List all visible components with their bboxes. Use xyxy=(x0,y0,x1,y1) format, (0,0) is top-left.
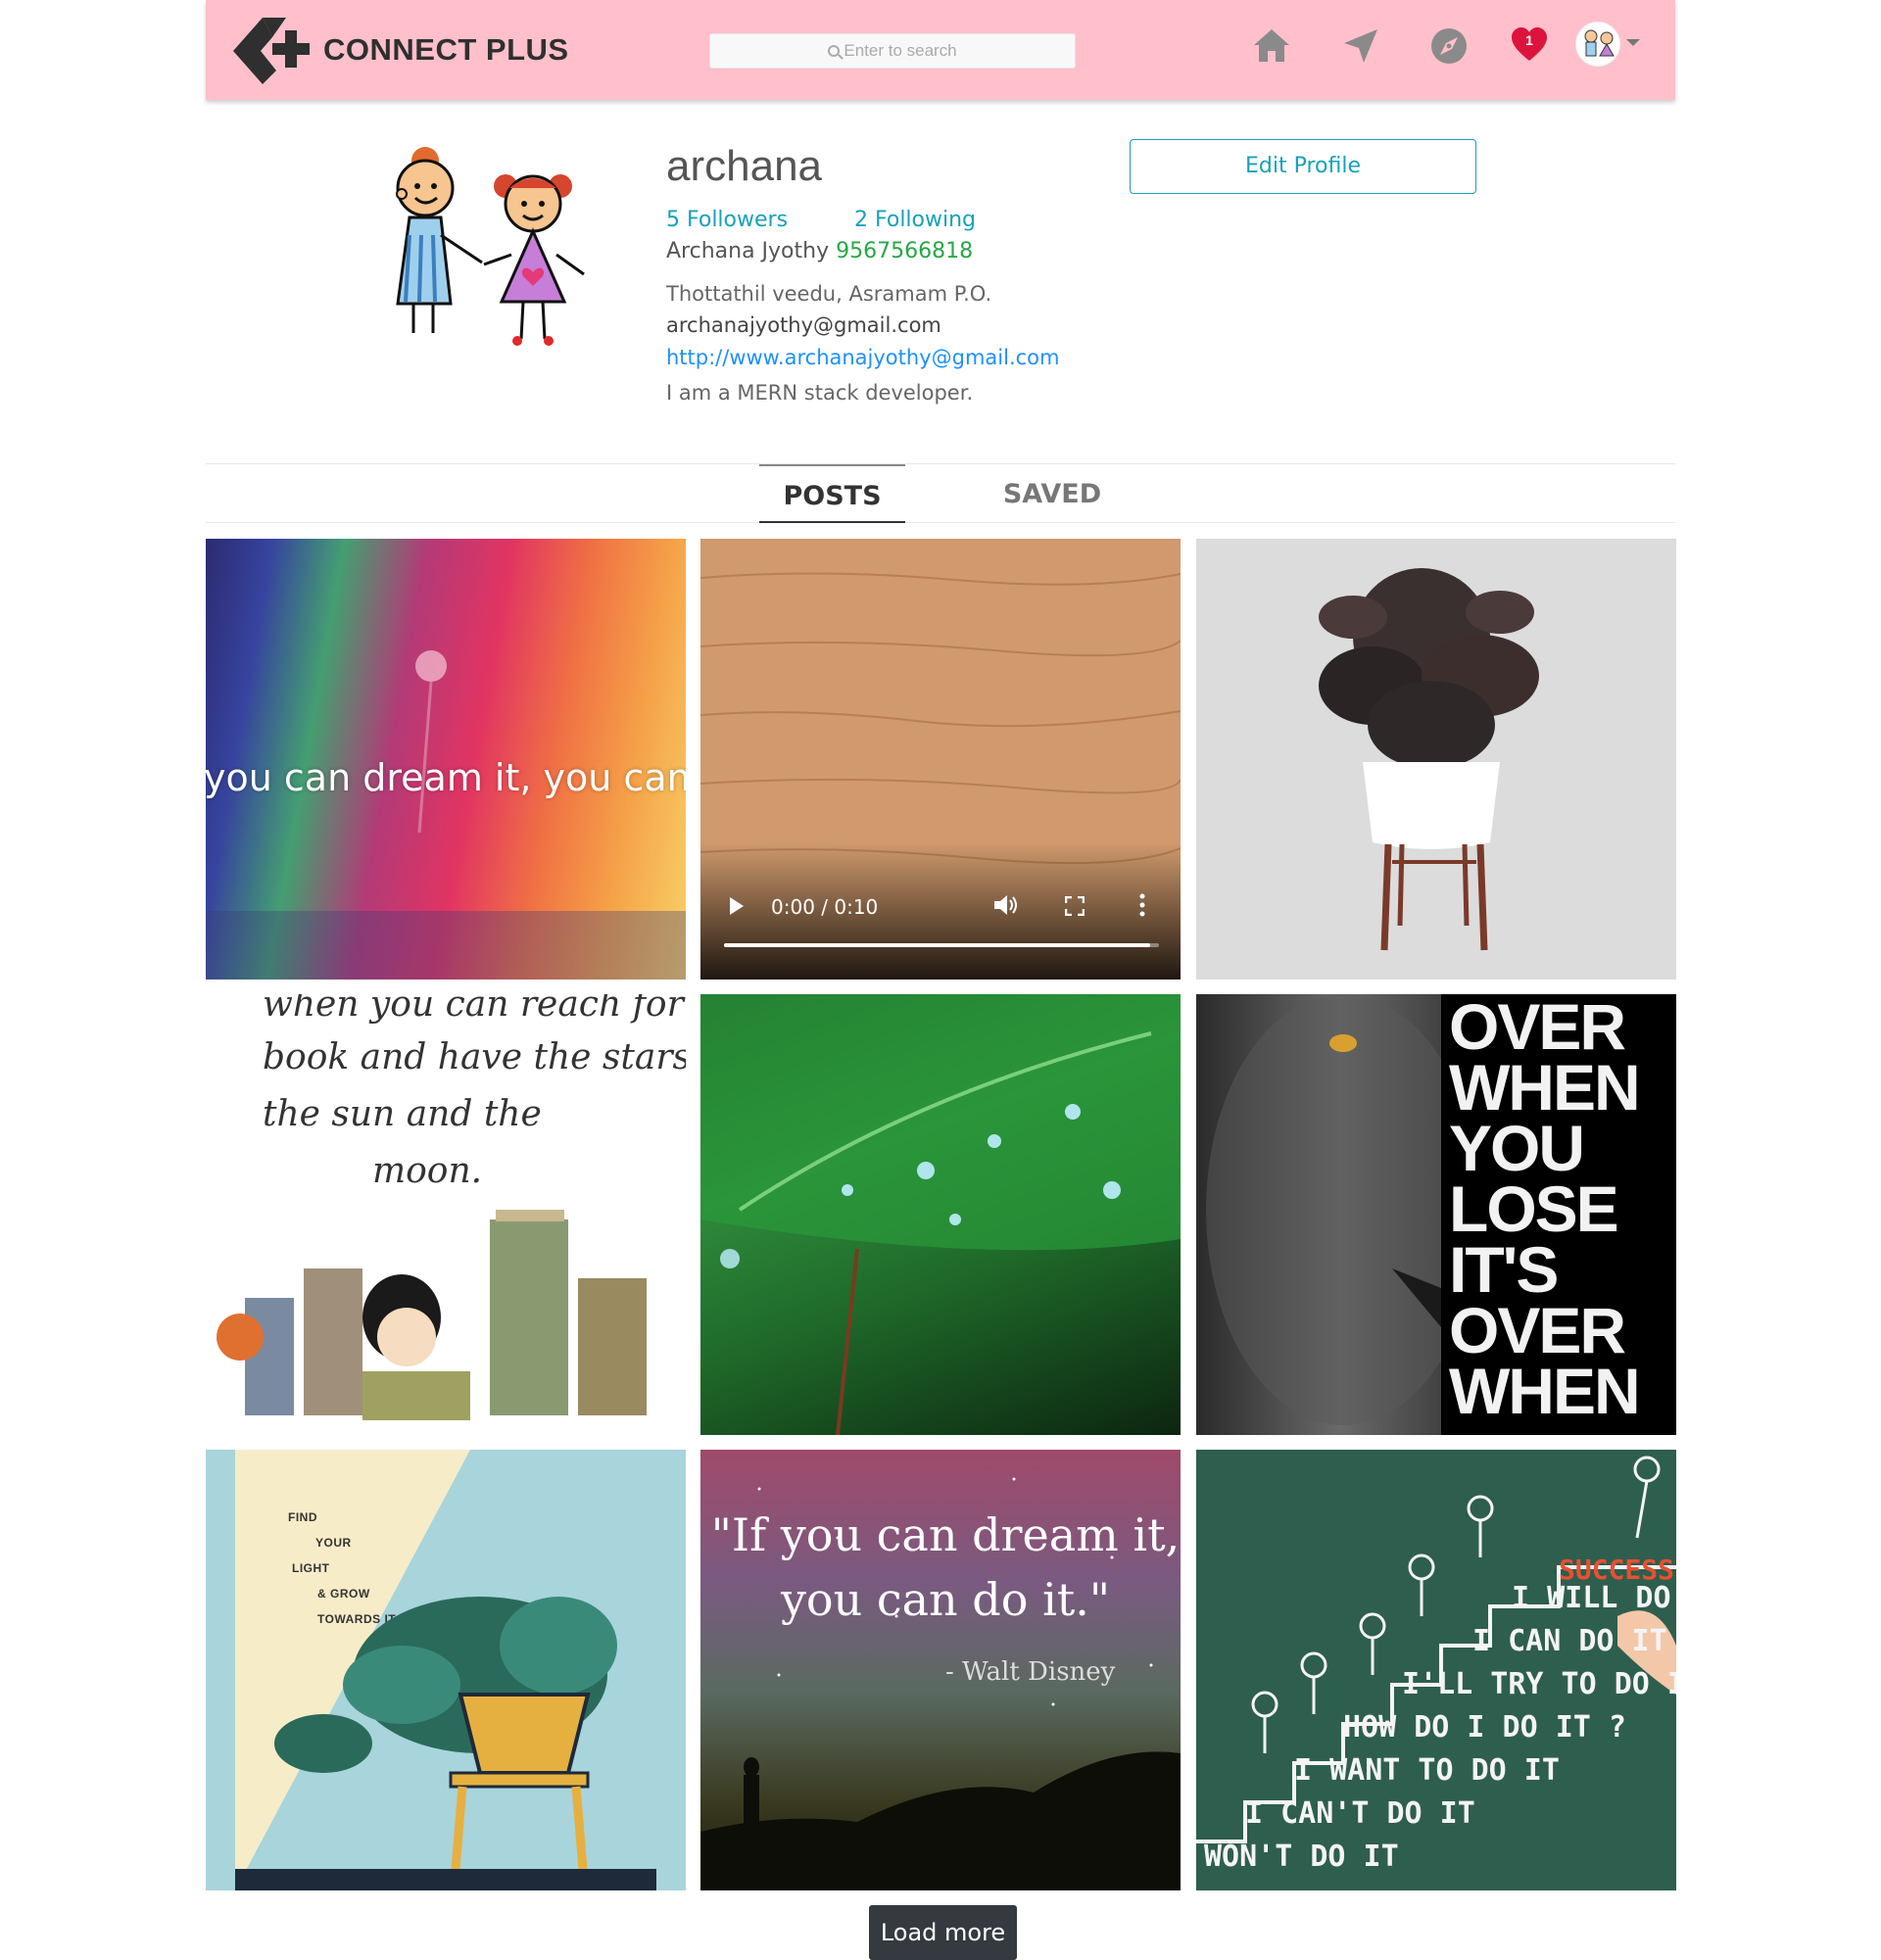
load-more-button[interactable]: Load more xyxy=(869,1905,1017,1960)
brand-name[interactable]: CONNECT PLUS xyxy=(323,32,569,68)
post-text-line: OVER xyxy=(1449,1294,1626,1366)
post-floor xyxy=(235,1869,656,1890)
post-tile[interactable]: OVER WHEN YOU LOSE IT'S OVER WHEN xyxy=(1196,994,1676,1435)
edit-profile-button[interactable]: Edit Profile xyxy=(1130,139,1476,194)
post-tile[interactable] xyxy=(700,994,1181,1435)
post-text-line: WON'T DO IT xyxy=(1204,1840,1399,1874)
profile-fullname: Archana Jyothy 9567566818 xyxy=(666,239,973,263)
post-caption: you can dream it, you can do xyxy=(206,756,686,799)
video-progress-fill xyxy=(724,943,1151,947)
post-text-line: I CAN DO IT xyxy=(1472,1624,1667,1658)
post-text-line: IT'S xyxy=(1449,1233,1559,1306)
post-text-line: LOSE xyxy=(1449,1172,1619,1245)
following-link[interactable]: 2 Following xyxy=(854,208,976,232)
video-progress-bar[interactable] xyxy=(724,943,1159,947)
avatar[interactable] xyxy=(1575,22,1620,67)
post-quote-author: - Walt Disney xyxy=(945,1657,1116,1687)
notification-count: 1 xyxy=(1525,32,1533,48)
post-tile[interactable]: when you can reach for a book and have t… xyxy=(206,994,686,1435)
fullscreen-icon[interactable] xyxy=(1065,896,1085,916)
search-icon xyxy=(828,45,841,57)
post-text-line: I CAN'T DO IT xyxy=(1245,1796,1475,1831)
more-options-icon[interactable] xyxy=(1139,893,1145,917)
post-text-line: WHEN xyxy=(1449,1051,1641,1123)
post-illustration xyxy=(217,1210,647,1420)
post-illustration xyxy=(274,1597,617,1870)
post-text-line: I'LL TRY TO DO IT xyxy=(1402,1667,1676,1701)
fullname-text: Archana Jyothy xyxy=(666,239,830,263)
post-text-line: I WANT TO DO IT xyxy=(1294,1753,1560,1788)
post-text-line: OVER xyxy=(1449,994,1626,1063)
post-quote-line: you can do it." xyxy=(780,1573,1111,1626)
post-tile[interactable]: you can dream it, you can do xyxy=(206,539,686,980)
send-icon[interactable] xyxy=(1340,25,1381,67)
post-tile[interactable]: "If you can dream it, you can do it." - … xyxy=(700,1450,1181,1890)
post-image xyxy=(700,994,1181,1435)
tabs-divider-bottom xyxy=(206,522,1675,523)
post-tile[interactable]: SUCCESS I WILL DO I CAN DO IT I'LL TRY T… xyxy=(1196,1450,1676,1890)
tab-posts[interactable]: POSTS xyxy=(759,464,905,523)
profile-address: Thottathil veedu, Asramam P.O. xyxy=(666,282,992,306)
navbar: CONNECT PLUS Enter to search 1 xyxy=(206,0,1675,100)
tabs-divider-top xyxy=(206,463,1675,464)
video-post-tile[interactable]: 0:00 / 0:10 xyxy=(700,539,1181,980)
home-icon[interactable] xyxy=(1251,25,1292,67)
phone-number: 9567566818 xyxy=(836,239,974,263)
followers-link[interactable]: 5 Followers xyxy=(666,208,788,232)
profile-bio: I am a MERN stack developer. xyxy=(666,381,974,405)
video-time: 0:00 / 0:10 xyxy=(771,895,879,919)
post-text-line: WHEN xyxy=(1449,1355,1641,1427)
play-icon[interactable] xyxy=(730,897,744,915)
logo-icon[interactable] xyxy=(229,14,314,88)
search-placeholder: Enter to search xyxy=(844,41,957,60)
post-text-line: YOU xyxy=(1449,1112,1585,1184)
explore-icon[interactable] xyxy=(1428,25,1470,67)
post-image xyxy=(1319,568,1539,951)
profile-avatar xyxy=(396,147,585,346)
post-tile[interactable]: FIND YOUR LIGHT & GROW TOWARDS IT... xyxy=(206,1450,686,1890)
post-tile[interactable] xyxy=(1196,539,1676,980)
notifications-button[interactable]: 1 xyxy=(1509,24,1550,65)
volume-icon[interactable] xyxy=(992,893,1020,917)
profile-email: archanajyothy@gmail.com xyxy=(666,313,941,337)
profile-username: archana xyxy=(666,142,823,190)
post-text-line: I WILL DO xyxy=(1512,1581,1671,1615)
post-quote-line: "If you can dream it, xyxy=(710,1508,1181,1561)
post-text-line: HOW DO I DO IT ? xyxy=(1343,1710,1626,1745)
profile-website-link[interactable]: http://www.archanajyothy@gmail.com xyxy=(666,346,1059,369)
search-input[interactable]: Enter to search xyxy=(709,33,1076,69)
chevron-down-icon[interactable] xyxy=(1626,39,1640,46)
tab-saved[interactable]: SAVED xyxy=(980,464,1125,523)
